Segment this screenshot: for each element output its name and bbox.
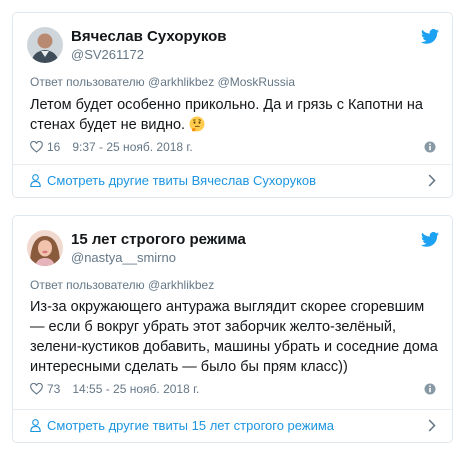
divider [13,164,452,165]
reply-context: Ответ пользователю @arkhlikbez [30,278,214,292]
heart-icon[interactable] [30,141,43,153]
more-tweets-link[interactable]: Смотреть другие твиты Вячеслав Сухоруков [30,169,440,191]
reply-mention[interactable]: @arkhlikbez [148,278,214,292]
tweet-meta: 73 14:55 - 25 нояб. 2018 г. [30,382,199,396]
embedded-tweet-card: Вячеслав Сухоруков @SV261172 Ответ польз… [12,12,453,198]
author-handle[interactable]: @SV261172 [71,47,144,62]
author-name[interactable]: Вячеслав Сухоруков [71,28,227,45]
embedded-tweet-card: 15 лет строгого режима @nastya__smirno О… [12,215,453,443]
more-tweets-label[interactable]: Смотреть другие твиты Вячеслав Сухоруков [47,173,316,188]
author-name[interactable]: 15 лет строгого режима [71,231,246,248]
heart-icon[interactable] [30,383,43,395]
user-icon [30,418,41,432]
chevron-right-icon[interactable] [428,419,436,432]
twitter-bird-icon[interactable] [421,29,439,44]
timestamp[interactable]: 9:37 - 25 нояб. 2018 г. [72,140,192,154]
like-count[interactable]: 16 [47,140,60,154]
reply-prefix: Ответ пользователю [30,278,145,292]
info-icon[interactable] [424,141,436,153]
tweet-text: Из-за окружающего антуража выглядит скор… [30,297,438,377]
tweet-body: Из-за окружающего антуража выглядит скор… [30,299,438,375]
reply-prefix: Ответ пользователю [30,75,145,89]
info-icon[interactable] [424,383,436,395]
tweet-body: Летом будет особенно прикольно. Да и гря… [30,97,423,133]
tweet-text: Летом будет особенно прикольно. Да и гря… [30,95,438,135]
chevron-right-icon[interactable] [428,174,436,187]
reply-mention[interactable]: @arkhlikbez [148,75,214,89]
author-handle[interactable]: @nastya__smirno [71,250,176,265]
tweet-meta: 16 9:37 - 25 нояб. 2018 г. [30,140,193,154]
reply-mention[interactable]: @MoskRussia [218,75,296,89]
divider [13,409,452,410]
user-icon [30,173,41,187]
avatar[interactable] [27,230,63,266]
more-tweets-label[interactable]: Смотреть другие твиты 15 лет строгого ре… [47,418,334,433]
thinking-face-emoji [189,116,205,132]
reply-context: Ответ пользователю @arkhlikbez @MoskRuss… [30,75,295,89]
timestamp[interactable]: 14:55 - 25 нояб. 2018 г. [72,382,199,396]
avatar[interactable] [27,27,63,63]
more-tweets-link[interactable]: Смотреть другие твиты 15 лет строгого ре… [30,414,440,436]
like-count[interactable]: 73 [47,382,60,396]
twitter-bird-icon[interactable] [421,232,439,247]
